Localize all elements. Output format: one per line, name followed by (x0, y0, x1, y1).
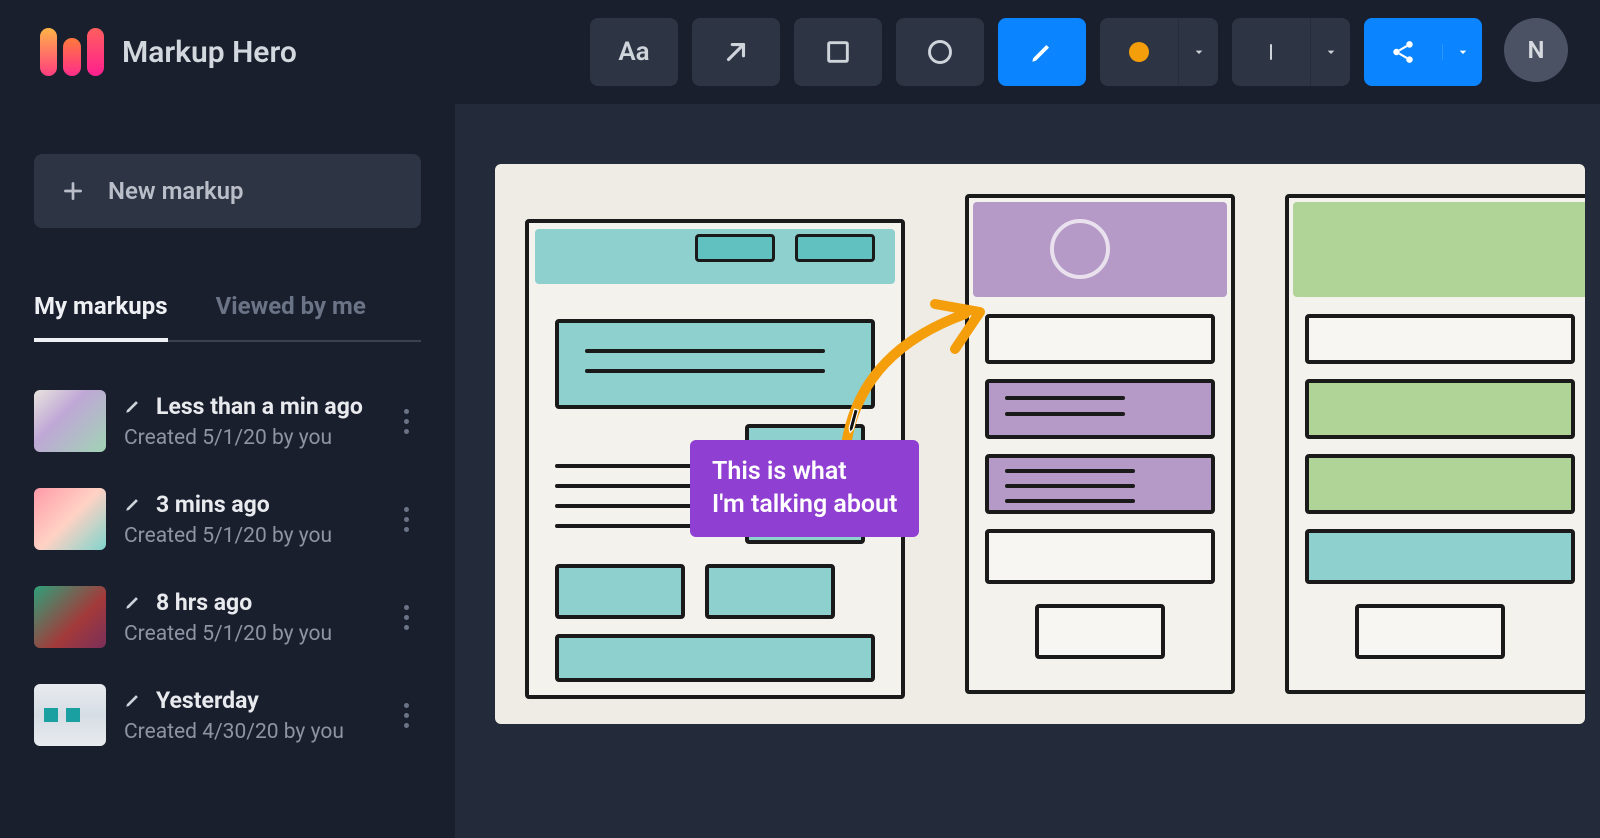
canvas-area: This is what I'm talking about (455, 104, 1600, 838)
markup-subtitle: Created 4/30/20 by you (124, 720, 373, 744)
pen-icon (124, 397, 144, 415)
top-toolbar: Markup Hero Aa (0, 0, 1600, 104)
app-title: Markup Hero (122, 35, 297, 70)
tab-viewed-by-me[interactable]: Viewed by me (216, 292, 366, 342)
avatar-initial: N (1528, 36, 1545, 64)
markup-list-item[interactable]: Less than a min ago Created 5/1/20 by yo… (34, 372, 421, 470)
square-icon (824, 38, 852, 66)
share-icon (1364, 39, 1442, 65)
markup-list: Less than a min ago Created 5/1/20 by yo… (34, 372, 421, 764)
markup-thumbnail (34, 390, 106, 452)
markup-list-item[interactable]: 8 hrs ago Created 5/1/20 by you (34, 568, 421, 666)
text-tool-button[interactable]: Aa (590, 18, 678, 86)
stroke-line-icon (1232, 18, 1310, 86)
chevron-down-icon (1178, 18, 1218, 86)
user-avatar[interactable]: N (1504, 18, 1568, 82)
markup-item-menu-button[interactable] (391, 599, 421, 636)
markup-subtitle: Created 5/1/20 by you (124, 426, 373, 450)
logo-mark-icon (40, 28, 104, 76)
markup-subtitle: Created 5/1/20 by you (124, 524, 373, 548)
pen-icon (124, 495, 144, 513)
chevron-down-icon (1442, 44, 1482, 60)
canvas-image[interactable]: This is what I'm talking about (495, 164, 1585, 724)
new-markup-label: New markup (108, 177, 244, 205)
main-area: New markup My markups Viewed by me Less … (0, 104, 1600, 838)
text-annotation[interactable]: This is what I'm talking about (690, 440, 919, 537)
markup-item-menu-button[interactable] (391, 697, 421, 734)
markup-title: 8 hrs ago (156, 589, 252, 616)
rectangle-tool-button[interactable] (794, 18, 882, 86)
arrow-tool-button[interactable] (692, 18, 780, 86)
markup-list-item[interactable]: Yesterday Created 4/30/20 by you (34, 666, 421, 764)
sidebar: New markup My markups Viewed by me Less … (0, 104, 455, 838)
markup-title: Less than a min ago (156, 393, 363, 420)
markup-list-item[interactable]: 3 mins ago Created 5/1/20 by you (34, 470, 421, 568)
circle-icon (926, 38, 954, 66)
share-button[interactable] (1364, 18, 1482, 86)
markup-thumbnail (34, 684, 106, 746)
new-markup-button[interactable]: New markup (34, 154, 421, 228)
tab-my-markups[interactable]: My markups (34, 292, 168, 342)
pen-icon (1029, 39, 1055, 65)
pen-tool-button[interactable] (998, 18, 1086, 86)
markup-thumbnail (34, 488, 106, 550)
text-tool-label: Aa (618, 37, 649, 67)
pen-icon (124, 691, 144, 709)
markup-title: Yesterday (156, 687, 259, 714)
stroke-width-button[interactable] (1232, 18, 1350, 86)
chevron-down-icon (1310, 18, 1350, 86)
markup-thumbnail (34, 586, 106, 648)
pen-icon (124, 593, 144, 611)
plus-icon (60, 178, 86, 204)
markup-subtitle: Created 5/1/20 by you (124, 622, 373, 646)
color-picker-button[interactable] (1100, 18, 1218, 86)
color-swatch-icon (1100, 18, 1178, 86)
app-logo[interactable]: Markup Hero (40, 28, 297, 76)
tool-row: Aa (590, 18, 1568, 86)
sidebar-tabs: My markups Viewed by me (34, 292, 421, 342)
markup-item-menu-button[interactable] (391, 501, 421, 538)
ellipse-tool-button[interactable] (896, 18, 984, 86)
markup-item-menu-button[interactable] (391, 403, 421, 440)
arrow-icon (721, 37, 751, 67)
markup-title: 3 mins ago (156, 491, 270, 518)
